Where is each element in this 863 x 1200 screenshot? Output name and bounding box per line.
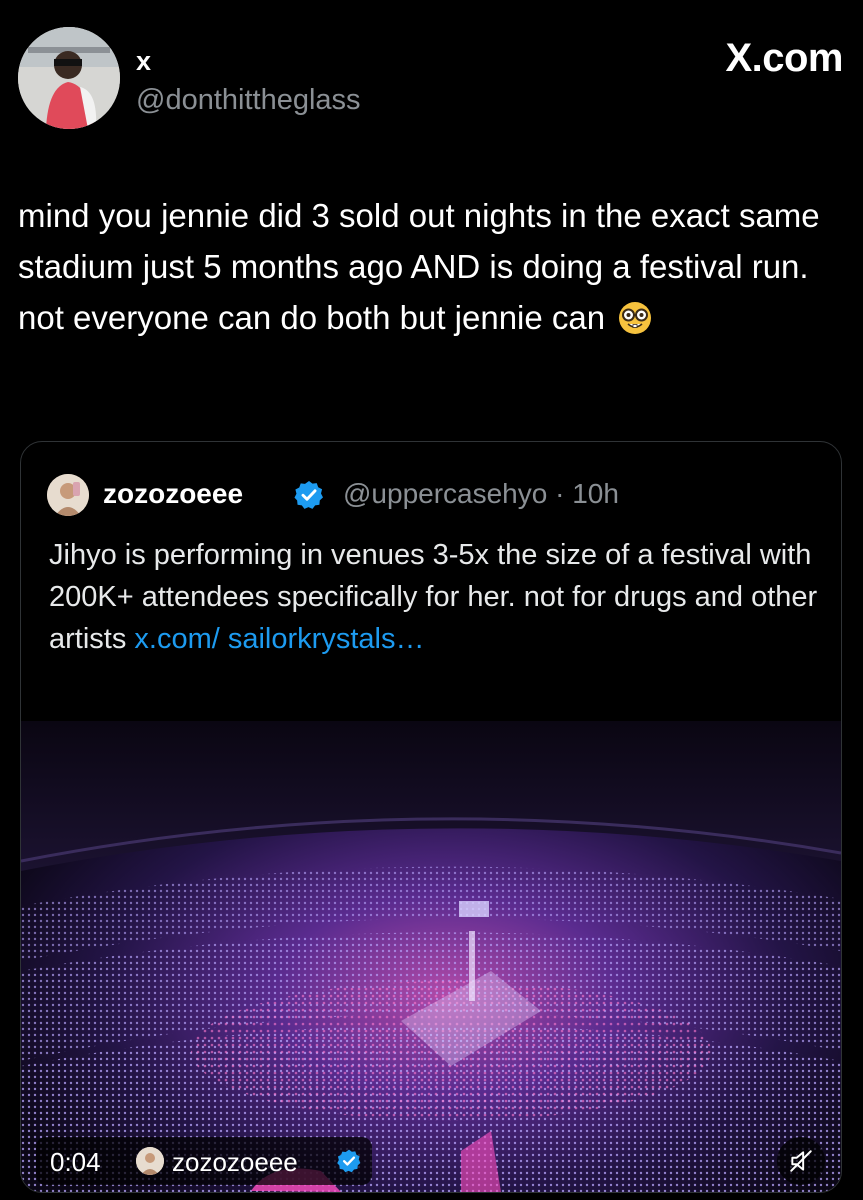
author-avatar[interactable] <box>18 27 120 129</box>
video-player[interactable] <box>21 721 841 1192</box>
nerd-face-icon <box>618 298 652 349</box>
author-display-name[interactable]: x <box>136 46 151 77</box>
quoted-author-avatar[interactable] <box>47 474 89 516</box>
quoted-author-handle-time[interactable]: @uppercasehyo · 10h <box>343 478 619 510</box>
post-body: mind you jennie did 3 sold out nights in… <box>18 190 838 349</box>
video-info-overlay: 0:04 zozozoeee <box>36 1137 372 1185</box>
brand-logo: X.com <box>725 36 843 80</box>
stadium-video-frame <box>21 721 841 1192</box>
quoted-post-header: zozozoeee @uppercasehyo · 10h <box>47 474 827 518</box>
video-author-name: zozozoeee <box>172 1147 298 1177</box>
quoted-post-link[interactable]: x.com/ sailorkrystals… <box>134 623 424 655</box>
quoted-post[interactable]: zozozoeee @uppercasehyo · 10h Jihyo is p… <box>20 441 842 1193</box>
post-header: x @donthittheglass X.com <box>18 22 843 132</box>
muted-speaker-icon <box>790 1150 812 1172</box>
video-author-avatar <box>136 1147 164 1175</box>
quoted-post-body: Jihyo is performing in venues 3-5x the s… <box>49 534 819 660</box>
verified-badge-icon <box>293 479 325 516</box>
author-handle[interactable]: @donthittheglass <box>136 84 361 117</box>
mute-toggle-button[interactable] <box>777 1137 825 1185</box>
verified-badge-icon <box>336 1148 362 1179</box>
quoted-author-name[interactable]: zozozoeee <box>103 478 243 510</box>
video-timestamp: 0:04 <box>50 1147 101 1177</box>
post-text: mind you jennie did 3 sold out nights in… <box>18 197 820 336</box>
